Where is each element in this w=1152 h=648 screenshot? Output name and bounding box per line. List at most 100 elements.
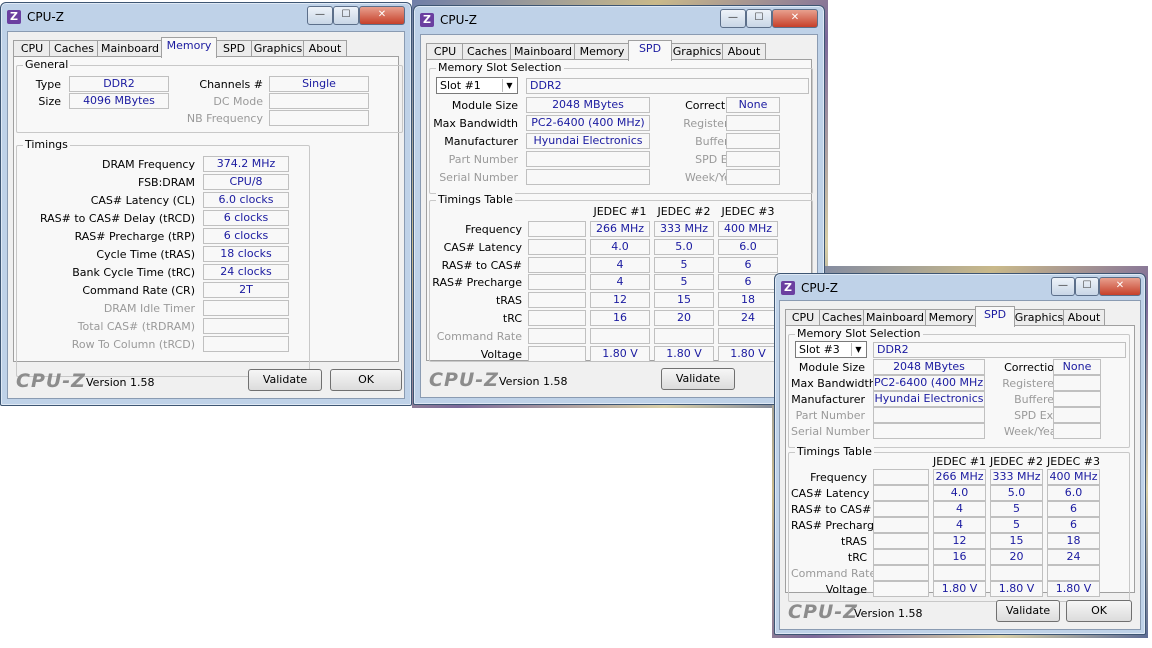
window-title: CPU-Z — [801, 281, 838, 295]
window-title: CPU-Z — [27, 10, 64, 24]
timing-label: DRAM Idle Timer — [103, 302, 195, 315]
timing-row-label: Command Rate — [791, 567, 877, 580]
timing-cell: 333 MHz — [654, 221, 714, 237]
nb-frequency-value — [269, 110, 369, 126]
serial-number-label: Serial Number — [439, 171, 518, 184]
title-bar[interactable]: Z CPU-Z — ☐ ✕ — [414, 6, 824, 34]
window-title: CPU-Z — [440, 13, 477, 27]
timing-cell: 4 — [933, 501, 986, 517]
timing-value: 2T — [203, 282, 289, 298]
slot-select[interactable]: Slot #1 ▼ — [436, 77, 518, 94]
minimize-icon[interactable]: — — [307, 6, 333, 25]
part-number-label: Part Number — [448, 153, 518, 166]
timing-label: FSB:DRAM — [137, 176, 195, 189]
close-icon[interactable]: ✕ — [772, 9, 818, 28]
timing-row-blank — [873, 501, 929, 517]
timing-cell: 24 — [1047, 549, 1100, 565]
cpuz-logo: CPU-Z — [429, 369, 499, 391]
channels-label: Channels # — [199, 78, 263, 91]
spd-ext-value — [1053, 407, 1101, 423]
version-text: Version 1.58 — [86, 376, 155, 389]
timing-label: Row To Column (tRCD) — [71, 338, 195, 351]
cpuz-logo: CPU-Z — [16, 370, 86, 392]
timing-cell: 6.0 — [1047, 485, 1100, 501]
timing-cell: 400 MHz — [718, 221, 778, 237]
correction-label: Correction — [1004, 361, 1061, 374]
group-label: Timings — [23, 138, 70, 151]
registered-value — [726, 115, 780, 131]
maximize-icon[interactable]: ☐ — [746, 9, 772, 28]
timing-cell: 5 — [654, 274, 714, 291]
close-icon[interactable]: ✕ — [359, 6, 405, 25]
timing-cell: 6 — [718, 256, 778, 273]
timing-row-label: CAS# Latency — [791, 487, 870, 500]
timing-cell: 5 — [990, 517, 1043, 533]
cpuz-spd-window-slot3: Z CPU-Z — ☐ ✕ CPU Caches Mainboard Memor… — [774, 273, 1146, 635]
close-icon[interactable]: ✕ — [1099, 277, 1141, 296]
timing-cell: 4 — [590, 256, 650, 273]
ok-button[interactable]: OK — [1066, 600, 1132, 622]
timing-cell: 1.80 V — [590, 345, 650, 362]
minimize-icon[interactable]: — — [720, 9, 746, 28]
jedec-column-header: JEDEC #1 — [933, 455, 987, 468]
timing-row-label: Command Rate — [436, 329, 522, 343]
validate-button[interactable]: Validate — [248, 369, 322, 391]
manufacturer-value: Hyundai Electronics — [526, 133, 650, 149]
memory-type-value: DDR2 — [526, 78, 809, 94]
serial-number-value — [873, 423, 985, 439]
jedec-column-header: JEDEC #3 — [1047, 455, 1101, 468]
timing-row-label: CAS# Latency — [443, 240, 522, 254]
minimize-icon[interactable]: — — [1051, 277, 1075, 296]
timing-cell: 18 — [1047, 533, 1100, 549]
timing-cell: 18 — [718, 292, 778, 309]
timing-cell: 266 MHz — [590, 221, 650, 237]
slot-select-value: Slot #1 — [440, 79, 481, 92]
timing-label: DRAM Frequency — [101, 158, 195, 171]
timing-value: 24 clocks — [203, 264, 289, 280]
timing-row-blank — [873, 565, 929, 581]
slot-select[interactable]: Slot #3 ▼ — [795, 341, 867, 358]
manufacturer-label: Manufacturer — [444, 135, 518, 148]
timing-row-blank — [528, 238, 586, 255]
timing-cell: 12 — [933, 533, 986, 549]
cpuz-logo: CPU-Z — [788, 601, 858, 623]
timing-cell: 6 — [718, 274, 778, 291]
timing-cell: 6.0 — [718, 238, 778, 255]
registered-label: Registered — [1002, 377, 1061, 390]
validate-button[interactable]: Validate — [661, 368, 735, 390]
validate-button[interactable]: Validate — [996, 600, 1060, 622]
title-bar[interactable]: Z CPU-Z — ☐ ✕ — [1, 3, 411, 31]
maximize-icon[interactable]: ☐ — [333, 6, 359, 25]
timing-row-blank — [873, 469, 929, 485]
tab-memory[interactable]: Memory — [161, 37, 217, 58]
cpuz-app-icon: Z — [781, 281, 795, 295]
type-label: Type — [35, 78, 61, 91]
size-label: Size — [38, 95, 61, 108]
max-bandwidth-value: PC2-6400 (400 MHz) — [526, 115, 650, 131]
size-value: 4096 MBytes — [69, 93, 169, 109]
nb-frequency-label: NB Frequency — [186, 112, 263, 125]
timing-cell: 4 — [933, 517, 986, 533]
timing-cell: 1.80 V — [654, 345, 714, 362]
manufacturer-value: Hyundai Electronics — [873, 391, 985, 407]
timing-cell — [590, 327, 650, 344]
group-label: Timings Table — [436, 193, 515, 206]
timing-row-label: Frequency — [465, 223, 522, 236]
max-bandwidth-label: Max Bandwidth — [791, 377, 876, 390]
jedec-column-header: JEDEC #3 — [721, 205, 775, 218]
timing-cell: 4 — [590, 274, 650, 291]
serial-number-value — [526, 169, 650, 185]
window-body: CPU Caches Mainboard Memory SPD Graphics… — [7, 31, 405, 399]
title-bar[interactable]: Z CPU-Z — ☐ ✕ — [775, 274, 1145, 302]
maximize-icon[interactable]: ☐ — [1075, 277, 1099, 296]
ok-button[interactable]: OK — [330, 369, 402, 391]
timing-cell: 24 — [718, 310, 778, 326]
tab-spd[interactable]: SPD — [628, 40, 672, 61]
version-text: Version 1.58 — [854, 607, 923, 620]
chevron-down-icon[interactable]: ▼ — [851, 343, 865, 356]
timings-table-group: Timings Table JEDEC #1 JEDEC #2 JEDEC #3 Fre… — [788, 445, 1130, 602]
tab-spd[interactable]: SPD — [975, 306, 1015, 327]
chevron-down-icon[interactable]: ▼ — [502, 79, 516, 92]
timing-cell: 5.0 — [990, 485, 1043, 501]
week-year-label: Week/Year — [1003, 425, 1061, 438]
